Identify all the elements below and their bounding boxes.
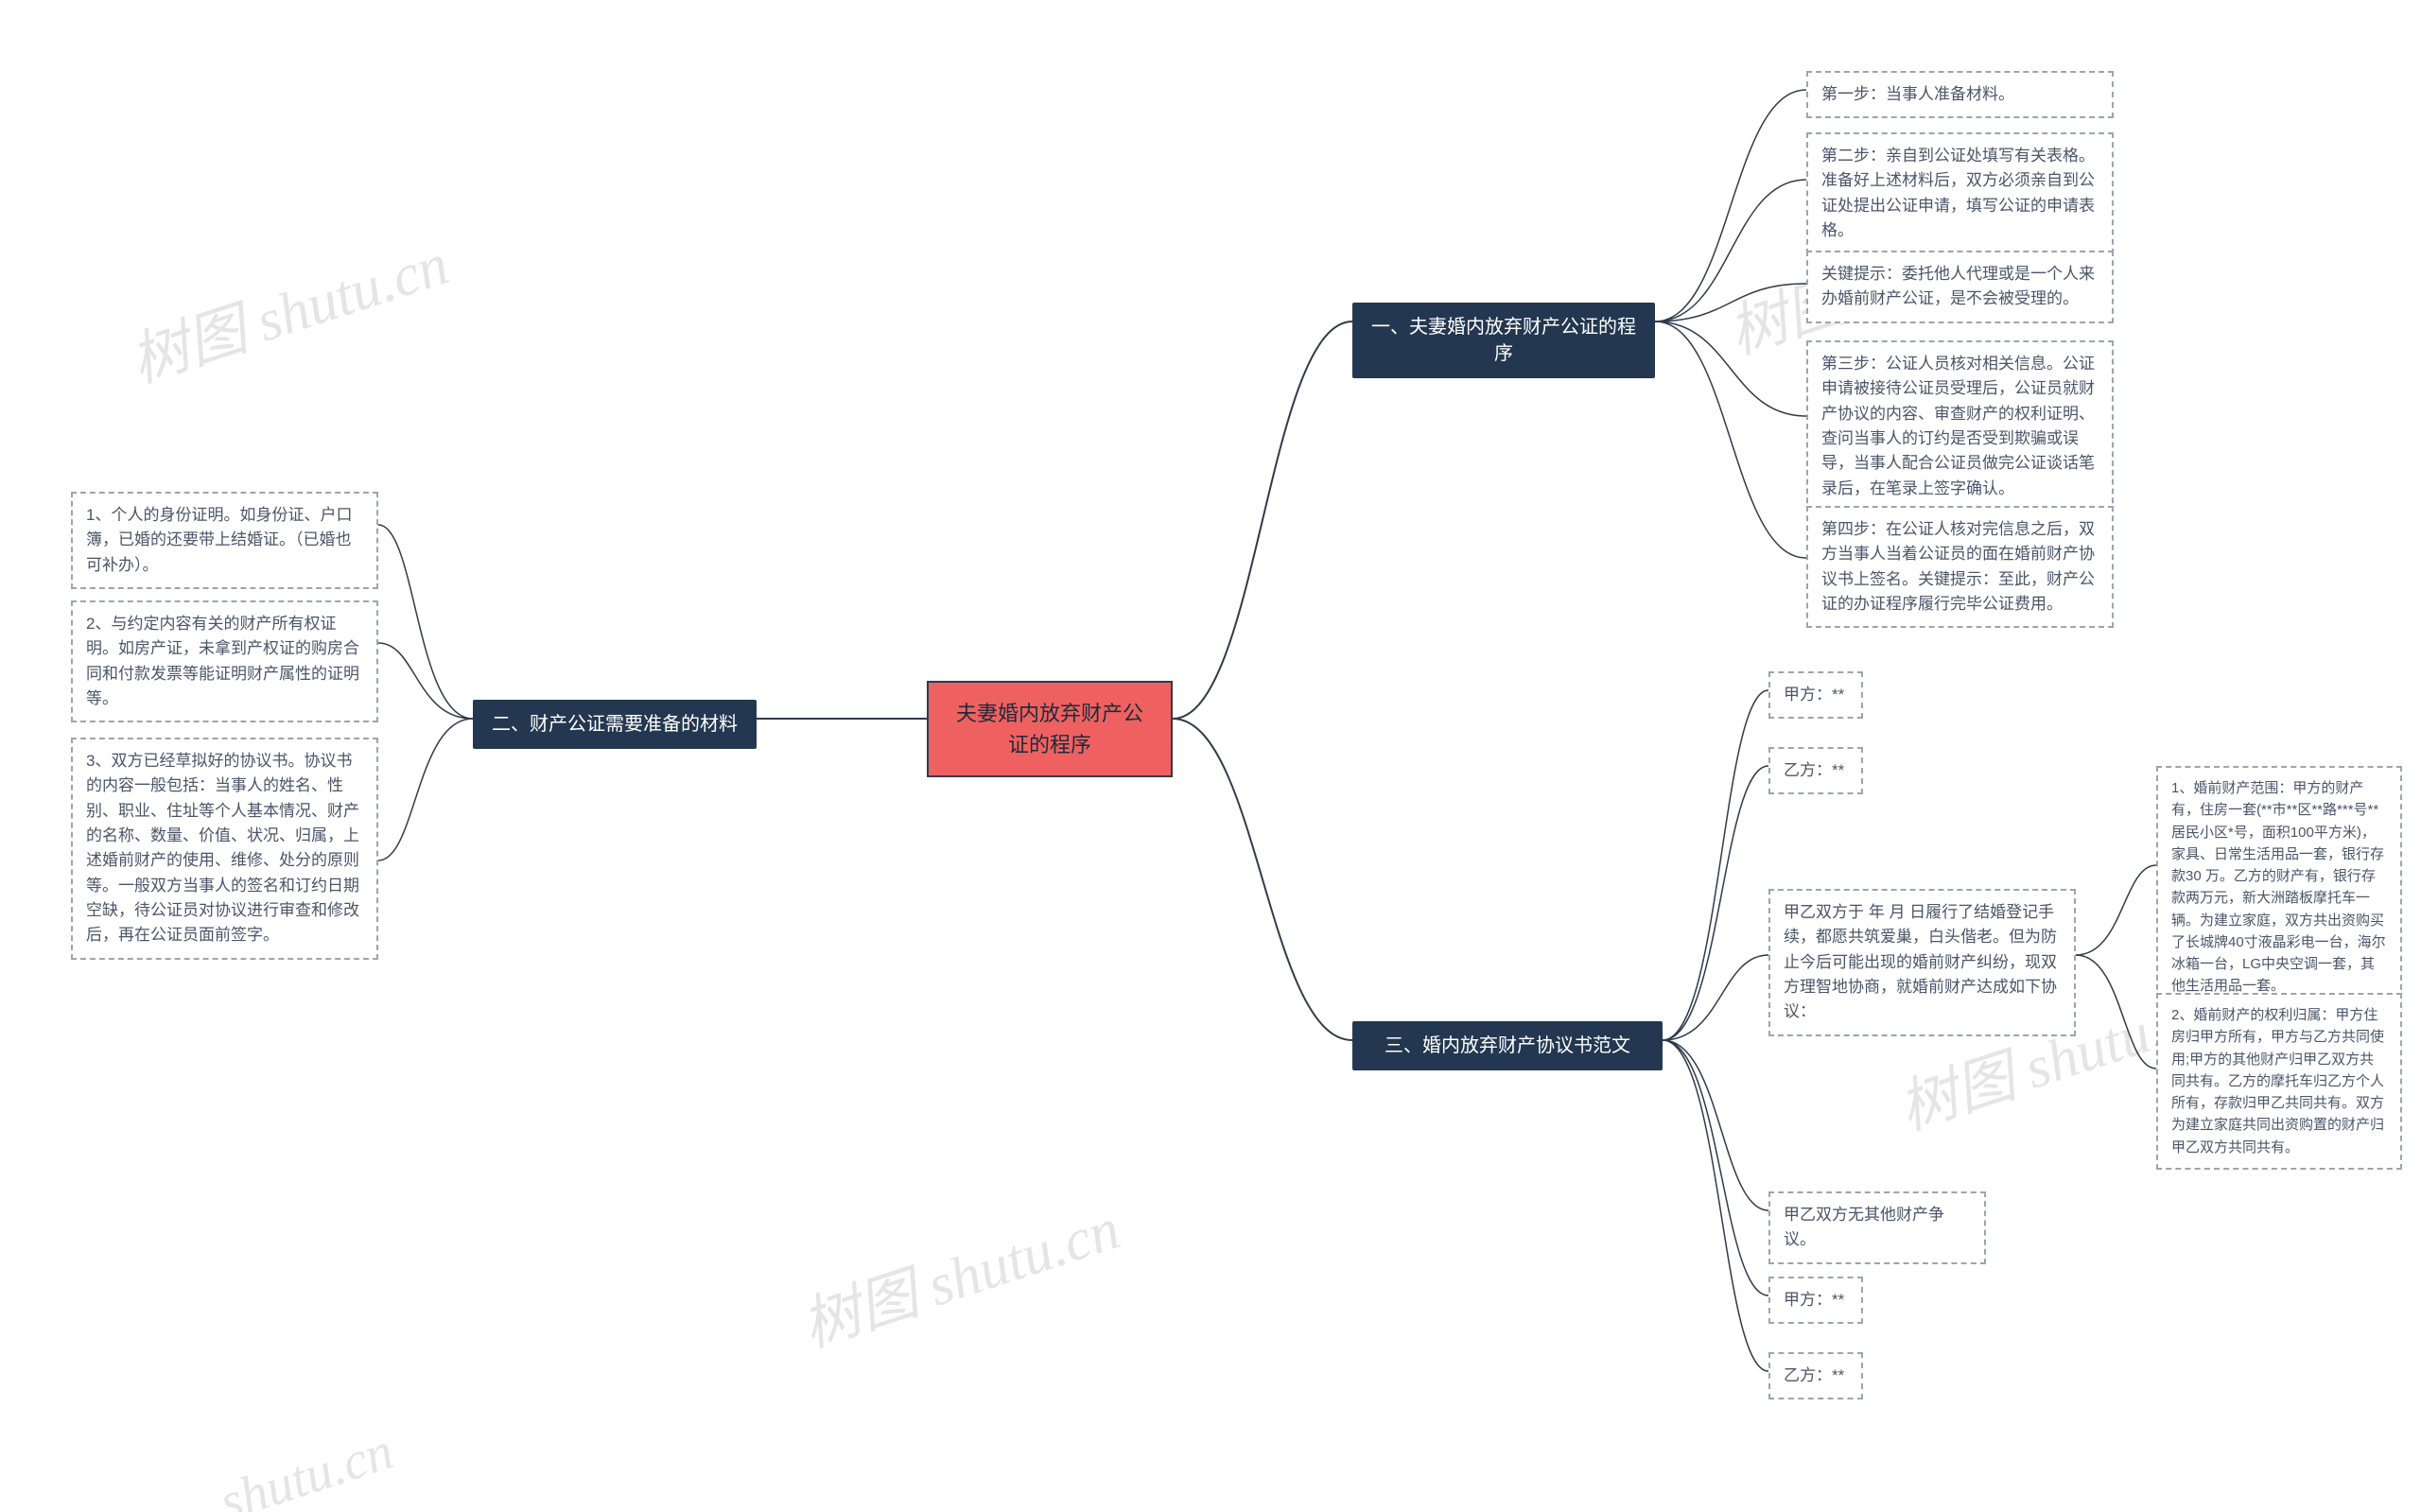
- leaf-material-2: 2、与约定内容有关的财产所有权证明。如房产证，未拿到产权证的购房合同和付款发票等…: [71, 600, 378, 722]
- watermark: shutu.cn: [213, 1420, 401, 1512]
- watermark: 树图 shutu.cn: [118, 216, 458, 398]
- leaf-party-b-1: 乙方：**: [1768, 747, 1863, 794]
- leaf-no-dispute: 甲乙双方无其他财产争议。: [1768, 1191, 1986, 1264]
- branch-materials[interactable]: 二、财产公证需要准备的材料: [473, 700, 757, 749]
- branch-procedure[interactable]: 一、夫妻婚内放弃财产公证的程序: [1352, 303, 1655, 378]
- leaf-material-1: 1、个人的身份证明。如身份证、户口簿，已婚的还要带上结婚证。（已婚也可补办）。: [71, 492, 378, 589]
- branch-template[interactable]: 三、婚内放弃财产协议书范文: [1352, 1021, 1663, 1070]
- leaf-step-4: 第四步：在公证人核对完信息之后，双方当事人当着公证员的面在婚前财产协议书上签名。…: [1806, 506, 2114, 628]
- leaf-step-2: 第二步：亲自到公证处填写有关表格。准备好上述材料后，双方必须亲自到公证处提出公证…: [1806, 132, 2114, 254]
- watermark: 树图 shutu.cn: [790, 1180, 1129, 1363]
- leaf-template-body: 甲乙双方于 年 月 日履行了结婚登记手续，都愿共筑爱巢，白头偕老。但为防止今后可…: [1768, 889, 2076, 1036]
- leaf-step-3: 第三步：公证人员核对相关信息。公证申请被接待公证员受理后，公证员就财产协议的内容…: [1806, 340, 2114, 513]
- leaf-clause-1: 1、婚前财产范围：甲方的财产有，住房一套(**市**区**路***号**居民小区…: [2156, 766, 2402, 1009]
- leaf-party-b-2: 乙方：**: [1768, 1352, 1863, 1399]
- leaf-step-1: 第一步：当事人准备材料。: [1806, 71, 2114, 118]
- leaf-party-a-2: 甲方：**: [1768, 1277, 1863, 1324]
- leaf-material-3: 3、双方已经草拟好的协议书。协议书的内容一般包括：当事人的姓名、性别、职业、住址…: [71, 738, 378, 960]
- mindmap-canvas: 树图 shutu.cn 树图 shutu.cn 树图 shutu.cn 树图 s…: [0, 0, 2421, 1512]
- leaf-party-a-1: 甲方：**: [1768, 671, 1863, 719]
- leaf-step-tip1: 关键提示：委托他人代理或是一个人来办婚前财产公证，是不会被受理的。: [1806, 251, 2114, 323]
- leaf-clause-2: 2、婚前财产的权利归属：甲方住房归甲方所有，甲方与乙方共同使用;甲方的其他财产归…: [2156, 993, 2402, 1170]
- root-node[interactable]: 夫妻婚内放弃财产公证的程序: [927, 681, 1173, 777]
